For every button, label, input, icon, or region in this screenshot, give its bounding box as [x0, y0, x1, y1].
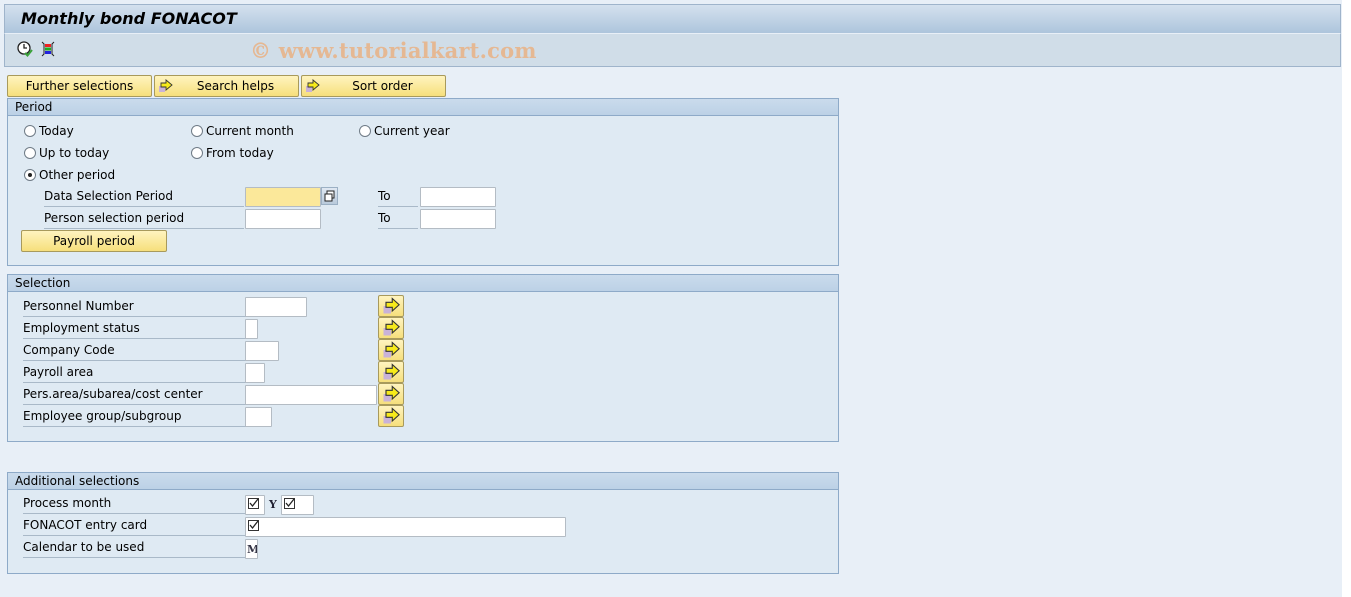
to-label: To [378, 208, 418, 229]
radio-current-year[interactable]: Current year [359, 124, 450, 138]
multiple-selection-icon[interactable] [321, 187, 338, 205]
fonacot-entry-card-input[interactable] [245, 517, 566, 537]
employment-status-label: Employment status [23, 318, 246, 339]
checkbox-checked-icon [248, 497, 259, 509]
payroll-period-label: Payroll period [53, 234, 135, 248]
process-month-separator: Y [269, 498, 277, 511]
company-code-multiple-selection-button[interactable] [378, 339, 404, 361]
application-toolbar: © www.tutorialkart.com [4, 34, 1341, 67]
radio-button[interactable] [24, 125, 36, 137]
person-selection-to-input[interactable] [420, 209, 496, 229]
sort-order-label: Sort order [352, 79, 413, 93]
arrow-right-icon [383, 407, 400, 424]
employee-group-label: Employee group/subgroup [23, 406, 246, 427]
person-selection-from-input[interactable] [245, 209, 321, 229]
arrow-right-icon [305, 78, 321, 94]
payroll-period-button[interactable]: Payroll period [21, 230, 167, 252]
period-group: Period Today Current month Current year … [7, 98, 839, 266]
radio-button[interactable] [191, 147, 203, 159]
selection-group: Selection Personnel Number Employment st… [7, 274, 839, 442]
data-selection-from-input[interactable] [245, 187, 321, 207]
fonacot-entry-card-label: FONACOT entry card [23, 515, 246, 536]
payroll-area-input[interactable] [245, 363, 265, 383]
further-selections-button[interactable]: Further selections [7, 75, 152, 97]
additional-selections-title: Additional selections [8, 473, 838, 490]
radio-button[interactable] [359, 125, 371, 137]
additional-selections-group: Additional selections Process month Y FO… [7, 472, 839, 574]
employee-group-multiple-selection-button[interactable] [378, 405, 404, 427]
arrow-right-icon [383, 319, 400, 336]
pers-area-label: Pers.area/subarea/cost center [23, 384, 246, 405]
checkbox-checked-icon [248, 519, 259, 531]
data-selection-period-label: Data Selection Period [44, 186, 244, 207]
arrow-right-icon [383, 385, 400, 402]
radio-from-today[interactable]: From today [191, 146, 274, 160]
data-selection-to-input[interactable] [420, 187, 496, 207]
to-label: To [378, 186, 418, 207]
personnel-number-input[interactable] [245, 297, 307, 317]
radio-up-to-today[interactable]: Up to today [24, 146, 109, 160]
sort-order-button[interactable]: Sort order [301, 75, 446, 97]
radio-label: Current year [374, 124, 450, 138]
radio-button[interactable] [24, 147, 36, 159]
pers-area-multiple-selection-button[interactable] [378, 383, 404, 405]
further-selections-label: Further selections [25, 79, 134, 93]
radio-label: From today [206, 146, 274, 160]
personnel-number-label: Personnel Number [23, 296, 246, 317]
arrow-right-icon [383, 363, 400, 380]
process-month-checkbox-2[interactable] [281, 495, 314, 515]
employment-status-multiple-selection-button[interactable] [378, 317, 404, 339]
radio-label: Current month [206, 124, 294, 138]
title-bar: Monthly bond FONACOT [4, 4, 1341, 34]
radio-other-period[interactable]: Other period [24, 168, 115, 182]
execute-clock-icon[interactable] [16, 40, 34, 58]
period-group-title: Period [8, 99, 838, 116]
radio-current-month[interactable]: Current month [191, 124, 294, 138]
company-code-label: Company Code [23, 340, 246, 361]
selection-group-title: Selection [8, 275, 838, 292]
search-helps-button[interactable]: Search helps [154, 75, 299, 97]
radio-button[interactable] [191, 125, 203, 137]
calendar-input[interactable] [245, 539, 258, 559]
checkbox-checked-icon [284, 497, 295, 509]
arrow-right-icon [383, 341, 400, 358]
selection-screen-icon[interactable] [39, 40, 57, 58]
employee-group-input[interactable] [245, 407, 272, 427]
window-edge [1342, 0, 1351, 597]
pers-area-input[interactable] [245, 385, 377, 405]
page-title: Monthly bond FONACOT [21, 9, 237, 28]
arrow-right-icon [383, 297, 400, 314]
company-code-input[interactable] [245, 341, 279, 361]
person-selection-period-label: Person selection period [44, 208, 244, 229]
employment-status-input[interactable] [245, 319, 258, 339]
search-helps-label: Search helps [196, 79, 275, 93]
arrow-right-icon [158, 78, 174, 94]
payroll-area-multiple-selection-button[interactable] [378, 361, 404, 383]
radio-today[interactable]: Today [24, 124, 74, 138]
process-month-checkbox-1[interactable] [245, 495, 265, 515]
payroll-area-label: Payroll area [23, 362, 246, 383]
radio-label: Today [39, 124, 74, 138]
radio-button-selected[interactable] [24, 169, 36, 181]
watermark: © www.tutorialkart.com [250, 38, 537, 63]
radio-label: Up to today [39, 146, 110, 160]
personnel-number-multiple-selection-button[interactable] [378, 295, 404, 317]
process-month-label: Process month [23, 493, 246, 514]
radio-label: Other period [39, 168, 116, 182]
calendar-label: Calendar to be used [23, 537, 246, 558]
